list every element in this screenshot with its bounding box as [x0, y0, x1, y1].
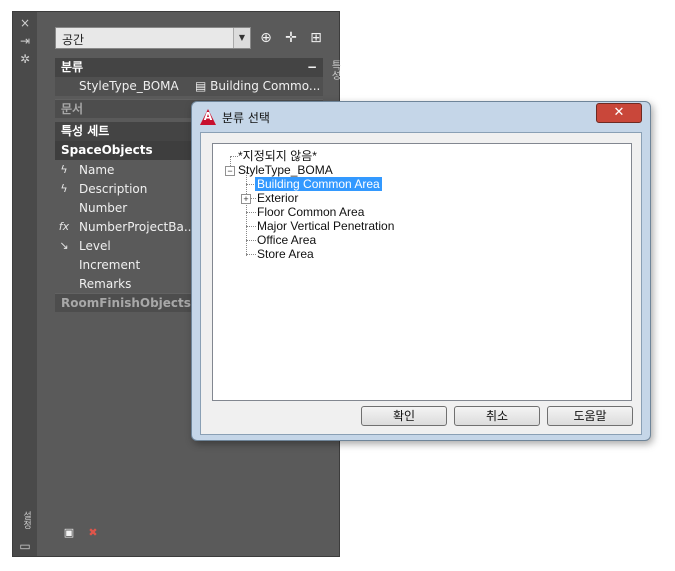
- lightning-icon: ϟ: [60, 182, 68, 195]
- classification-row[interactable]: StyleType_BOMA ▤ Building Commo...: [55, 77, 323, 96]
- property-icon: [55, 258, 73, 272]
- group-classification-label: 분류: [61, 60, 84, 74]
- classification-dialog: A 분류 선택 ✕ *지정되지 않음* − StyleType_BOMA Bui…: [191, 101, 651, 441]
- tree-line: [230, 156, 238, 157]
- dialog-title: 분류 선택: [222, 111, 270, 125]
- classification-tree[interactable]: *지정되지 않음* − StyleType_BOMA Building Comm…: [212, 143, 632, 401]
- tree-item-root[interactable]: StyleType_BOMA: [238, 163, 333, 177]
- property-name: Description: [79, 182, 148, 196]
- close-button[interactable]: ✕: [596, 103, 642, 123]
- collapse-icon[interactable]: −: [225, 166, 235, 176]
- settings-label[interactable]: 설정: [17, 507, 33, 533]
- property-name: Remarks: [79, 277, 132, 291]
- property-name: Level: [79, 239, 111, 253]
- select-objects-icon[interactable]: ✛: [282, 29, 300, 47]
- chevron-down-icon[interactable]: ▼: [233, 28, 250, 48]
- property-name: NumberProjectBa...: [79, 220, 196, 234]
- cancel-button[interactable]: 취소: [454, 406, 540, 426]
- close-icon[interactable]: ×: [17, 16, 33, 30]
- classification-name: StyleType_BOMA: [79, 79, 179, 93]
- palette-window-icon[interactable]: ▭: [17, 539, 33, 553]
- property-icon: [55, 277, 73, 291]
- tree-item[interactable]: Major Vertical Penetration: [257, 219, 394, 233]
- object-type-dropdown[interactable]: 공간 ▼: [55, 27, 251, 49]
- tree-item[interactable]: Exterior: [257, 191, 298, 205]
- tree-item[interactable]: Store Area: [257, 247, 314, 261]
- app-logo-icon: A: [200, 109, 216, 125]
- level-icon: ↘: [59, 239, 69, 252]
- tree-line: [246, 212, 256, 213]
- property-name: Increment: [79, 258, 141, 272]
- property-name: Number: [79, 201, 128, 215]
- add-selection-icon[interactable]: ⊕: [257, 29, 275, 47]
- tree-item[interactable]: Floor Common Area: [257, 205, 364, 219]
- quick-select-icon[interactable]: ⊞: [307, 29, 325, 47]
- tree-line: [246, 254, 256, 255]
- properties-tab-label[interactable]: 특성: [328, 60, 340, 80]
- tree-line: [246, 226, 256, 227]
- tree-item[interactable]: Office Area: [257, 233, 316, 247]
- ok-button[interactable]: 확인: [361, 406, 447, 426]
- classification-value[interactable]: ▤ Building Commo...: [195, 79, 320, 93]
- list-icon: ▤: [195, 79, 211, 93]
- tree-item-unassigned[interactable]: *지정되지 않음*: [238, 149, 317, 163]
- lightning-icon: ϟ: [60, 163, 68, 176]
- tree-line: [246, 240, 256, 241]
- auto-hide-icon[interactable]: ⇥: [17, 34, 33, 48]
- delete-icon[interactable]: ✖: [86, 527, 100, 539]
- expand-icon[interactable]: +: [241, 194, 251, 204]
- palette-title-strip: × ⇥ ✲ 설정 ▭: [13, 12, 37, 556]
- dialog-body: *지정되지 않음* − StyleType_BOMA Building Comm…: [200, 132, 642, 435]
- help-button[interactable]: 도움말: [547, 406, 633, 426]
- tree-item-selected[interactable]: Building Common Area: [255, 177, 382, 191]
- select-icon[interactable]: ▣: [62, 527, 76, 539]
- property-icon: [55, 201, 73, 215]
- properties-menu-icon[interactable]: ✲: [17, 52, 33, 66]
- group-classification[interactable]: 분류 −: [55, 58, 323, 77]
- formula-icon: fx: [58, 220, 70, 233]
- collapse-icon[interactable]: −: [307, 58, 317, 77]
- property-name: Name: [79, 163, 115, 177]
- object-type-value: 공간: [62, 33, 85, 47]
